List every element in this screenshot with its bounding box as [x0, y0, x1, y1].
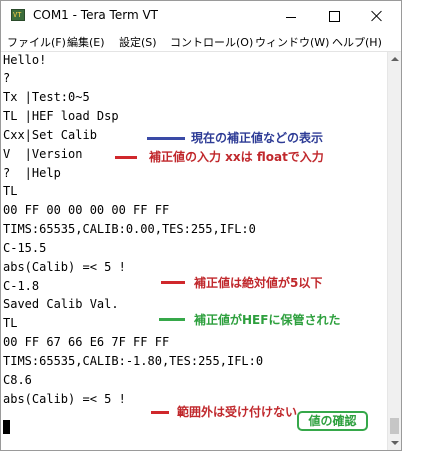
maximize-button[interactable] — [314, 1, 354, 31]
terminal-line: Tx |Test:0~5 — [3, 90, 90, 104]
annotation-dash — [147, 137, 185, 140]
menu-edit[interactable]: 編集(E) — [67, 34, 105, 50]
window-title: COM1 - Tera Term VT — [33, 8, 158, 22]
annotation-abs-limit: 補正値は絶対値が5以下 — [194, 276, 323, 290]
annotation-dash — [161, 281, 185, 284]
menu-bar: ファイル(F) 編集(E) 設定(S) コントロール(O) ウィンドウ(W) ヘ… — [1, 31, 401, 52]
terminal-line: TIMS:65535,CALIB:-1.80,TES:255,IFL:0 — [3, 354, 264, 368]
annotation-hef-display: 現在の補正値などの表示 — [191, 131, 324, 145]
terminal-line: ? |Help — [3, 166, 61, 180]
terminal-line: C-1.8 — [3, 279, 40, 293]
terminal-output[interactable]: Hello! ? Tx |Test:0~5 TL |HEF load Dsp C… — [1, 52, 387, 450]
annotation-dash — [151, 411, 169, 414]
annotation-saved: 補正値がHEFに保管された — [194, 313, 341, 327]
scroll-down-arrow-icon[interactable] — [388, 436, 402, 450]
menu-settings[interactable]: 設定(S) — [119, 34, 157, 50]
terminal-line: Hello! — [3, 53, 47, 67]
terminal-line: abs(Calib) =< 5 ! — [3, 392, 126, 406]
vertical-scrollbar[interactable] — [387, 52, 401, 450]
terminal-line: TIMS:65535,CALIB:0.00,TES:255,IFL:0 — [3, 222, 256, 236]
annotation-dash — [159, 318, 185, 321]
menu-control[interactable]: コントロール(O) — [170, 34, 253, 50]
terminal-line: TL — [3, 184, 18, 198]
title-bar[interactable]: VT COM1 - Tera Term VT — [1, 1, 401, 31]
scroll-up-arrow-icon[interactable] — [388, 52, 402, 66]
terminal-line: 00 FF 67 66 E6 7F FF FF — [3, 335, 170, 349]
close-button[interactable] — [357, 1, 397, 31]
menu-file[interactable]: ファイル(F) — [7, 34, 66, 50]
annotation-out-of-range: 範囲外は受け付けない — [177, 405, 298, 419]
terminal-line: C8.6 — [3, 373, 32, 387]
scroll-thumb[interactable] — [390, 418, 399, 434]
annotation-dash — [115, 156, 137, 159]
terminal-line: abs(Calib) =< 5 ! — [3, 260, 126, 274]
terminal-line: Cxx|Set Calib — [3, 128, 97, 142]
menu-help[interactable]: ヘルプ(H) — [332, 34, 382, 50]
terminal-line: V |Version — [3, 147, 83, 161]
tera-term-app-icon[interactable]: VT — [11, 9, 25, 21]
terminal-line: Saved Calib Val. — [3, 297, 119, 311]
app-icon-label: VT — [13, 11, 22, 19]
annotation-calib-input: 補正値の入力 xxは floatで入力 — [149, 150, 324, 164]
terminal-line: ? — [3, 71, 11, 85]
terminal-line: 00 FF 00 00 00 00 FF FF — [3, 203, 170, 217]
terminal-line: TL — [3, 316, 18, 330]
tera-term-window: VT COM1 - Tera Term VT ファイル(F) 編集(E) 設定(… — [0, 0, 402, 451]
terminal-line: C-15.5 — [3, 241, 47, 255]
menu-window[interactable]: ウィンドウ(W) — [255, 34, 329, 50]
minimize-button[interactable] — [271, 1, 311, 31]
terminal-line: TL |HEF load Dsp — [3, 109, 119, 123]
annotation-confirm-box: 値の確認 — [297, 411, 368, 431]
terminal-cursor — [3, 420, 10, 434]
